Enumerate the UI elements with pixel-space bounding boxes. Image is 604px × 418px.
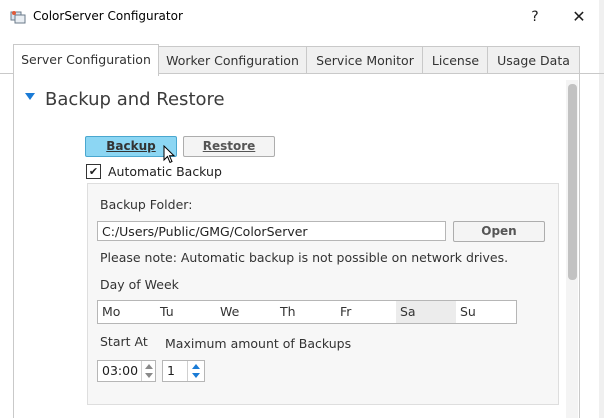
close-button[interactable]: ✕	[568, 7, 590, 27]
expand-triangle-icon[interactable]	[25, 93, 35, 100]
app-icon	[10, 11, 26, 24]
mouse-cursor-icon	[163, 145, 176, 164]
backup-folder-input[interactable]: C:/Users/Public/GMG/ColorServer	[97, 221, 446, 241]
day-tu[interactable]: Tu	[156, 301, 216, 323]
start-at-label: Start At	[100, 334, 148, 349]
help-button[interactable]: ?	[526, 7, 544, 27]
increment-arrow-icon[interactable]	[192, 364, 200, 369]
scrollbar-thumb[interactable]	[568, 84, 577, 280]
section-title: Backup and Restore	[45, 89, 225, 110]
max-backups-stepper[interactable]: 1	[162, 360, 205, 382]
day-th[interactable]: Th	[276, 301, 336, 323]
tab-service-monitor[interactable]: Service Monitor	[306, 46, 424, 74]
tab-worker-configuration[interactable]: Worker Configuration	[157, 46, 308, 74]
decrement-arrow-icon[interactable]	[192, 373, 200, 378]
window-edge	[599, 0, 604, 418]
automatic-backup-settings	[87, 183, 559, 405]
max-backups-label: Maximum amount of Backups	[165, 336, 352, 351]
day-of-week-label: Day of Week	[100, 277, 179, 292]
max-backups-value: 1	[167, 363, 175, 378]
day-su[interactable]: Su	[456, 301, 516, 323]
start-at-stepper[interactable]: 03:00	[97, 360, 156, 382]
tab-usage-data[interactable]: Usage Data	[487, 46, 580, 74]
automatic-backup-label: Automatic Backup	[108, 164, 222, 179]
day-mo[interactable]: Mo	[98, 301, 156, 323]
network-drive-note: Please note: Automatic backup is not pos…	[100, 250, 509, 265]
backup-button-label: Backup	[106, 139, 156, 153]
tab-license[interactable]: License	[422, 46, 489, 74]
restore-button-label: Restore	[202, 139, 256, 153]
decrement-arrow-icon[interactable]	[145, 373, 153, 378]
backup-folder-label: Backup Folder:	[100, 197, 193, 212]
start-at-value: 03:00	[102, 363, 139, 378]
day-fr[interactable]: Fr	[336, 301, 396, 323]
tab-server-configuration[interactable]: Server Configuration	[13, 44, 159, 76]
max-backups-spin-buttons[interactable]	[187, 361, 204, 381]
increment-arrow-icon[interactable]	[145, 364, 153, 369]
day-we[interactable]: We	[216, 301, 276, 323]
restore-button[interactable]: Restore	[183, 136, 275, 157]
day-sa[interactable]: Sa	[396, 301, 456, 323]
day-of-week-selector: Mo Tu We Th Fr Sa Su	[97, 300, 517, 324]
start-at-spin-buttons[interactable]	[141, 361, 155, 381]
automatic-backup-checkbox[interactable]: ✔	[86, 164, 101, 179]
window-title: ColorServer Configurator	[33, 9, 183, 23]
open-button[interactable]: Open	[453, 221, 545, 242]
